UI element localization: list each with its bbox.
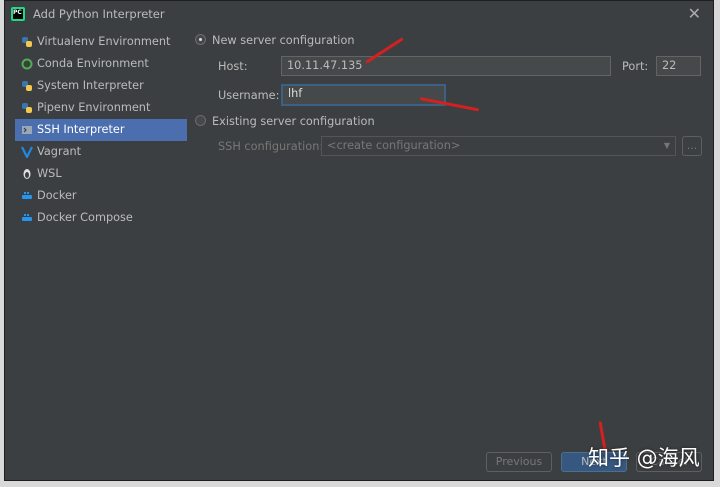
new-server-label[interactable]: New server configuration [212, 34, 355, 47]
linux-icon [23, 169, 31, 179]
ssh-config-label: SSH configuration: [218, 140, 324, 153]
username-label: Username: [218, 89, 280, 102]
close-icon[interactable]: ✕ [688, 4, 701, 23]
pycharm-icon: PC [11, 7, 25, 21]
chevron-down-icon: ▼ [663, 141, 670, 150]
previous-button[interactable]: Previous [486, 452, 552, 472]
sidebar-item-label: Docker [37, 189, 77, 202]
host-input[interactable]: 10.11.47.135 [281, 56, 611, 76]
terminal-icon [22, 126, 32, 134]
sidebar-item-pipenv[interactable]: Pipenv Environment [15, 97, 187, 119]
sidebar-item-label: System Interpreter [37, 79, 144, 92]
vagrant-icon [21, 146, 33, 158]
sidebar-item-docker-compose[interactable]: Docker Compose [15, 207, 187, 229]
sidebar-item-ssh[interactable]: SSH Interpreter [15, 119, 187, 141]
sidebar-item-label: Pipenv Environment [37, 101, 151, 114]
port-input[interactable]: 22 [656, 56, 701, 76]
port-label: Port: [622, 60, 649, 73]
python-icon [22, 103, 32, 113]
title-bar: PC Add Python Interpreter ✕ [5, 1, 713, 27]
dialog-title: Add Python Interpreter [33, 7, 165, 21]
sidebar-item-label: Conda Environment [37, 57, 149, 70]
username-input[interactable]: lhf [281, 84, 446, 106]
docker-icon [22, 192, 32, 199]
sidebar-item-virtualenv[interactable]: Virtualenv Environment [15, 31, 187, 53]
existing-server-radio[interactable] [195, 115, 206, 126]
host-label: Host: [218, 60, 248, 73]
sidebar-item-docker[interactable]: Docker [15, 185, 187, 207]
sidebar-item-conda[interactable]: Conda Environment [15, 53, 187, 75]
sidebar-item-label: Vagrant [37, 145, 82, 158]
sidebar-item-label: SSH Interpreter [37, 123, 125, 136]
sidebar-item-system[interactable]: System Interpreter [15, 75, 187, 97]
sidebar-item-label: Virtualenv Environment [37, 35, 171, 48]
sidebar-item-vagrant[interactable]: Vagrant [15, 141, 187, 163]
ssh-config-select[interactable]: <create configuration> ▼ [321, 136, 676, 156]
ssh-config-value: <create configuration> [327, 139, 461, 152]
add-python-interpreter-dialog: PC Add Python Interpreter ✕ Virtualenv E… [4, 0, 714, 481]
sidebar-item-wsl[interactable]: WSL [15, 163, 187, 185]
interpreter-type-list: Virtualenv Environment Conda Environment… [15, 31, 187, 229]
existing-server-label[interactable]: Existing server configuration [212, 115, 375, 128]
sidebar-item-label: Docker Compose [37, 211, 133, 224]
python-icon [22, 37, 32, 47]
python-icon [22, 81, 32, 91]
browse-button[interactable]: ... [682, 136, 702, 156]
docker-icon [22, 214, 32, 221]
sidebar-item-label: WSL [37, 167, 62, 180]
conda-icon [21, 58, 33, 70]
watermark: 知乎 @海风 [588, 446, 700, 470]
new-server-radio[interactable] [195, 34, 206, 45]
